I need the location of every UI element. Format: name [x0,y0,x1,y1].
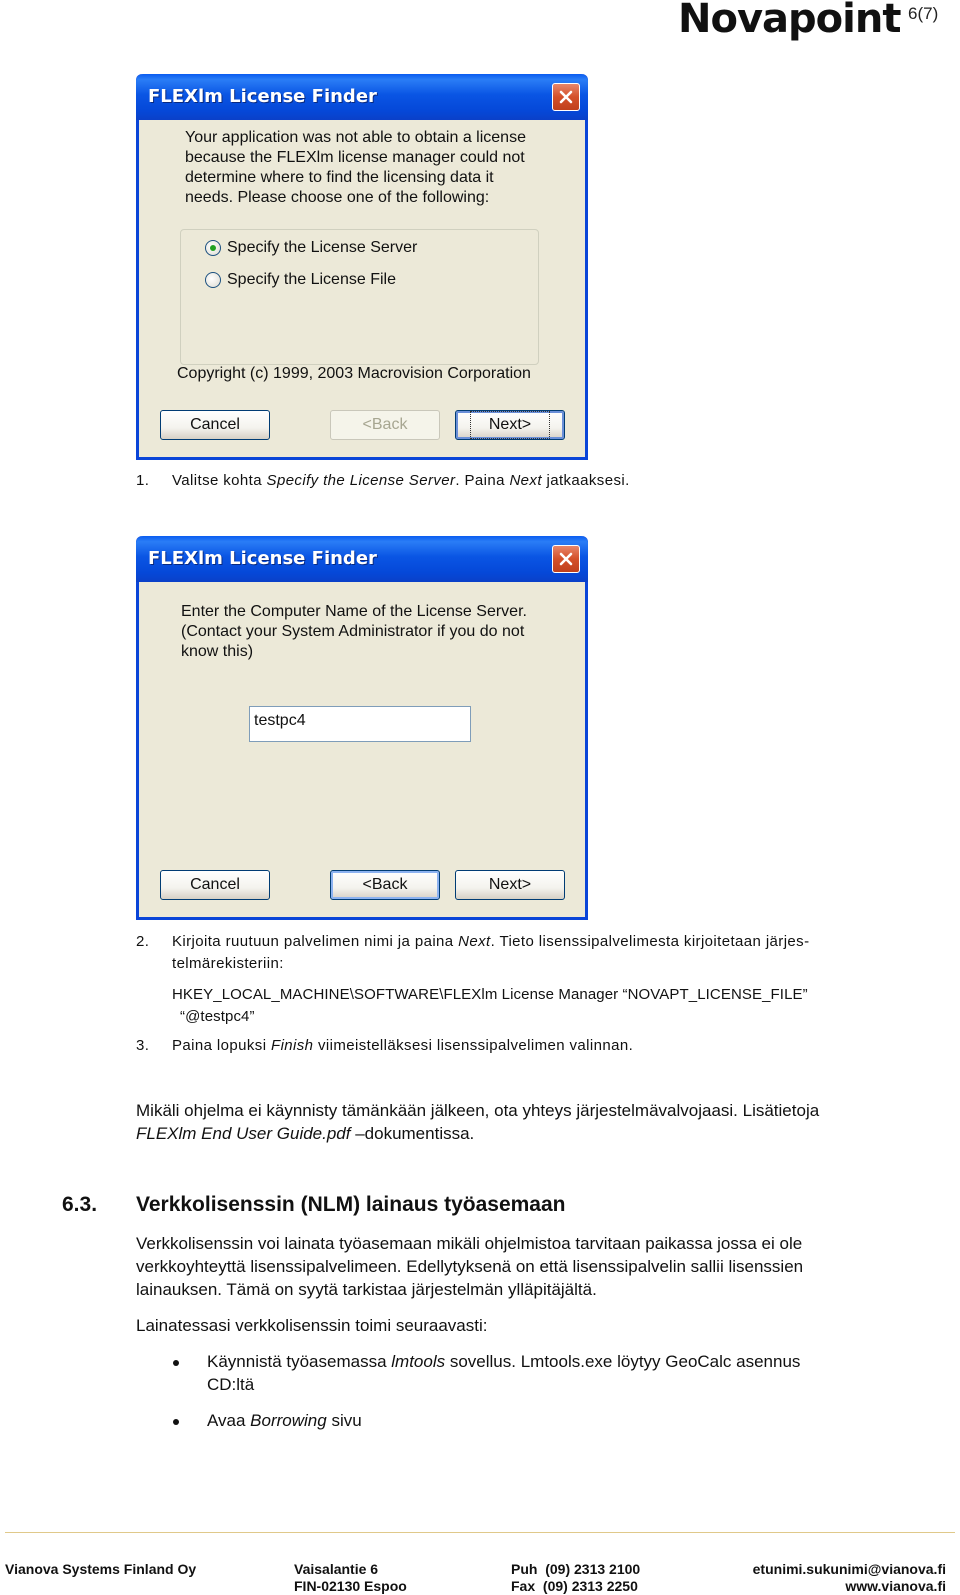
step-1: 1. [136,470,149,492]
text-italic: Borrowing [250,1411,327,1430]
text-italic: Specify the License Server [266,472,456,489]
note-paragraph: Mikäli ohjelma ei käynnisty tämänkään jä… [136,1099,956,1145]
text-italic: lmtools [391,1352,446,1371]
button-label: <Back [362,416,408,433]
text: Verkkolisenssin voi lainata työasemaan m… [136,1234,803,1253]
text: Avaa [207,1411,251,1430]
text: verkkoyhteyttä lisenssipalvelimeen. Edel… [136,1257,804,1276]
text: Käynnistä työasemassa [207,1352,392,1371]
dialog-message: Enter the Computer Name of the License S… [181,602,527,662]
text-italic: Next [458,933,491,950]
document-reference: FLEXlm End User Guide.pdf [136,1124,351,1143]
back-button[interactable]: <Back [330,870,440,900]
bullet-icon [173,1419,179,1425]
button-label: Next> [488,876,532,893]
registry-line: HKEY_LOCAL_MACHINE\SOFTWARE\FLEXlm Licen… [172,986,808,1003]
close-button[interactable] [552,83,580,111]
license-finder-dialog-1: FLEXlm License Finder Your application w… [136,74,588,460]
text: Paina lopuksi [172,1037,271,1054]
button-label: Next> [469,411,551,439]
registry-line: “@testpc4” [180,1008,255,1025]
text: –dokumentissa. [350,1124,475,1143]
step-2-number: 2. [136,933,150,950]
phone-number: Puh (09) 2313 2100 [511,1561,641,1577]
radio-label: Specify the License File [227,271,396,288]
step-number: 1. [136,472,150,489]
text: lainauksen. Tämä on syytä tarkistaa järj… [136,1280,597,1299]
email-link[interactable]: etunimi.sukunimi@vianova.fi [753,1561,946,1578]
radio-checked-icon[interactable] [205,240,221,256]
button-label: Cancel [190,416,240,433]
copyright-text: Copyright (c) 1999, 2003 Macrovision Cor… [177,365,531,382]
message-line: needs. Please choose one of the followin… [185,189,490,206]
footer-company: Vianova Systems Finland Oy [5,1561,197,1577]
message-line: because the FLEXlm license manager could… [185,149,525,166]
back-button[interactable]: <Back [330,410,440,440]
button-label: Cancel [190,876,240,893]
text-italic: Finish [271,1037,314,1054]
text: Kirjoita ruutuun palvelimen nimi ja pain… [172,933,459,950]
section-intro: Lainatessasi verkkolisenssin toimi seura… [136,1316,488,1335]
section-number: 6.3. [62,1193,98,1216]
registry-path: HKEY_LOCAL_MACHINE\SOFTWARE\FLEXlm Licen… [172,984,808,1028]
text: sovellus. Lmtools.exe löytyy GeoCalc ase… [445,1352,801,1371]
message-line: (Contact your System Administrator if yo… [181,623,525,640]
close-button[interactable] [552,545,580,573]
text: telmärekisteriin: [172,955,284,972]
radio-license-file[interactable]: Specify the License File [205,271,396,289]
text: . Tieto lisenssipalvelimesta kirjoitetaa… [490,933,810,950]
step-2-text: Kirjoita ruutuun palvelimen nimi ja pain… [172,931,952,975]
close-x-icon [559,90,573,104]
dialog-title: FLEXlm License Finder [148,86,377,107]
bullet-icon [173,1360,179,1366]
address-line: Vaisalantie 6 [294,1561,379,1577]
fax-number: Fax (09) 2313 2250 [511,1578,638,1594]
dialog-titlebar[interactable]: FLEXlm License Finder [136,536,588,582]
radio-label: Specify the License Server [227,239,418,256]
dialog-title: FLEXlm License Finder [148,548,377,569]
button-label: <Back [362,876,408,893]
text: viimeistelläksesi lisenssipalvelimen val… [313,1037,634,1054]
dialog-titlebar[interactable]: FLEXlm License Finder [136,74,588,120]
step-3-text: Paina lopuksi Finish viimeistelläksesi l… [172,1035,633,1057]
bullet-item: Käynnistä työasemassa lmtools sovellus. … [207,1350,937,1396]
message-line: know this) [181,643,254,660]
cancel-button[interactable]: Cancel [160,410,270,440]
text: Mikäli ohjelma ei käynnisty tämänkään jä… [136,1101,820,1120]
text: CD:ltä [207,1375,255,1394]
text: jatkaaksesi. [541,472,630,489]
section-title: Verkkolisenssin (NLM) lainaus työasemaan [136,1193,566,1216]
dialog-message: Your application was not able to obtain … [185,128,526,208]
radio-license-server[interactable]: Specify the License Server [205,239,417,257]
close-x-icon [559,552,573,566]
step-1-text: Valitse kohta Specify the License Server… [172,470,630,492]
text: sivu [326,1411,362,1430]
section-paragraph: Verkkolisenssin voi lainata työasemaan m… [136,1232,956,1301]
server-name-input[interactable]: testpc4 [249,706,471,742]
next-button[interactable]: Next> [455,870,565,900]
page-number: 6(7) [908,4,939,23]
text: Valitse kohta [172,472,267,489]
cancel-button[interactable]: Cancel [160,870,270,900]
novapoint-logo: Novapoint [678,0,901,42]
text-italic: Next [509,472,542,489]
address-line: FIN-02130 Espoo [294,1578,407,1594]
message-line: determine where to find the licensing da… [185,169,494,186]
step-3-number: 3. [136,1037,150,1054]
message-line: Enter the Computer Name of the License S… [181,603,527,620]
text: . Paina [455,472,510,489]
website-link[interactable]: www.vianova.fi [753,1578,946,1595]
bullet-item: Avaa Borrowing sivu [207,1409,362,1432]
radio-unchecked-icon[interactable] [205,272,221,288]
next-button[interactable]: Next> [455,410,565,440]
license-finder-dialog-2: FLEXlm License Finder Enter the Computer… [136,536,588,920]
footer-divider [5,1532,955,1533]
message-line: Your application was not able to obtain … [185,129,526,146]
